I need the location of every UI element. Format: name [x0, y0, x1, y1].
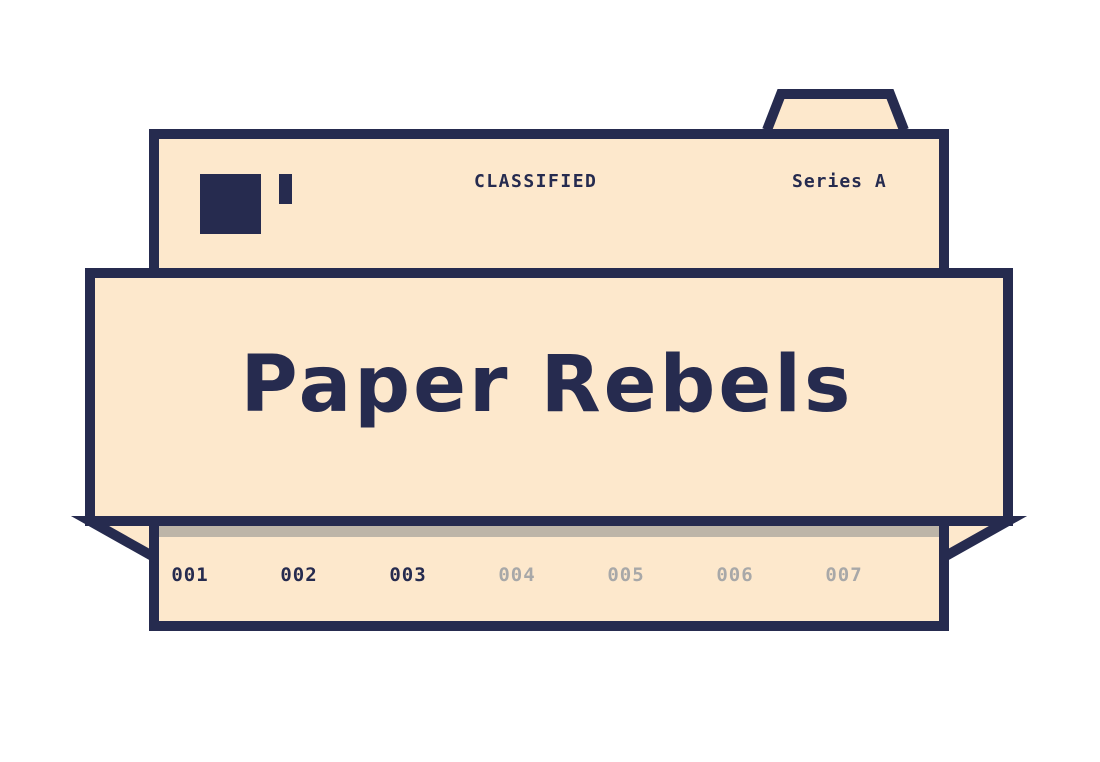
issue-006[interactable]: 006 — [705, 563, 765, 587]
folder-illustration: CLASSIFIED Series A Paper Rebels 001 002 0… — [0, 0, 1100, 762]
issue-001[interactable]: 001 — [160, 563, 220, 587]
right-flap — [939, 516, 1028, 566]
issue-005[interactable]: 005 — [596, 563, 656, 587]
band-shadow — [159, 525, 939, 537]
issue-003[interactable]: 003 — [378, 563, 438, 587]
issue-002[interactable]: 002 — [269, 563, 329, 587]
classified-stamp: CLASSIFIED — [474, 171, 598, 192]
page-title: Paper Rebels — [240, 340, 854, 430]
left-flap — [70, 516, 159, 566]
issue-007[interactable]: 007 — [814, 563, 874, 587]
folder-tab — [762, 89, 909, 132]
series-label: Series A — [792, 171, 887, 192]
issue-list: 001 002 003 004 005 006 007 — [160, 563, 940, 587]
issue-004[interactable]: 004 — [487, 563, 547, 587]
